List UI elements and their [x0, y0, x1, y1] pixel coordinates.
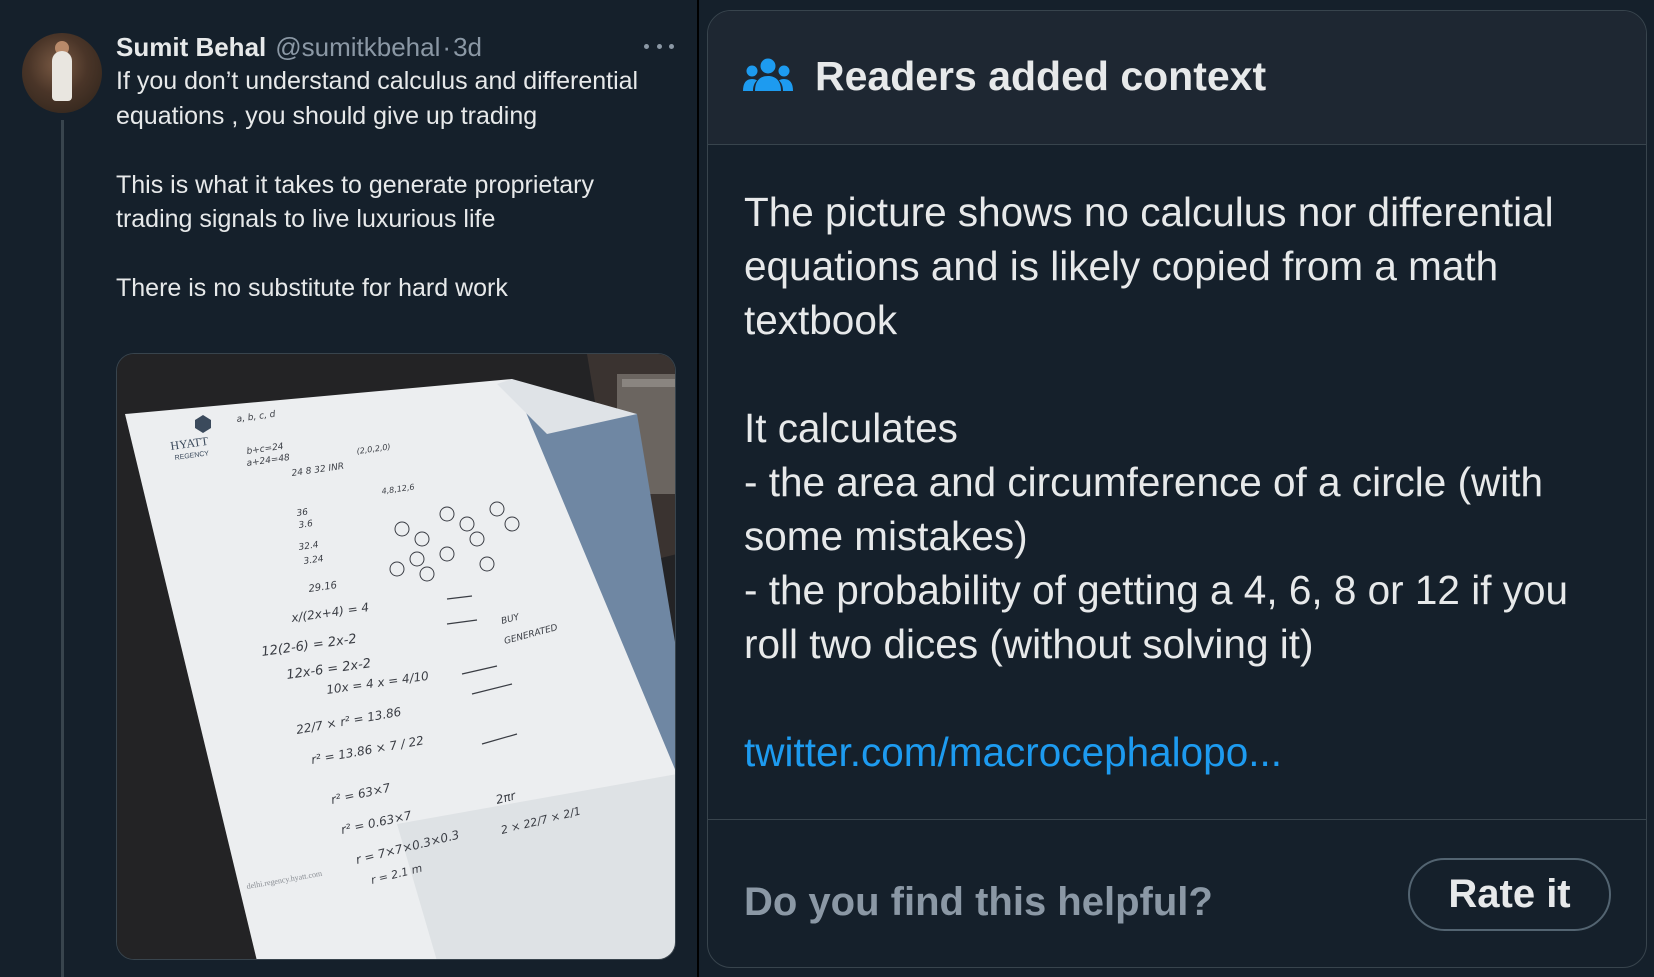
note-body: The picture shows no calculus nor differ… — [744, 185, 1624, 779]
panel-divider — [697, 0, 699, 977]
author-name[interactable]: Sumit Behal — [116, 32, 266, 63]
screenshot-root: Sumit Behal @sumitkbehal · 3d If you don… — [0, 0, 1654, 977]
note-bullet: - the area and circumference of a circle… — [744, 459, 1544, 559]
tweet-paragraph: If you don’t understand calculus and dif… — [116, 67, 639, 130]
note-bullet: - the probability of getting a 4, 6, 8 o… — [744, 567, 1569, 667]
tweet-paragraph: This is what it takes to generate propri… — [116, 170, 595, 234]
note-paragraph: The picture shows no calculus nor differ… — [744, 189, 1554, 343]
rate-it-button[interactable]: Rate it — [1408, 858, 1611, 931]
svg-text:36: 36 — [296, 507, 309, 519]
avatar[interactable] — [22, 33, 102, 113]
note-footer: Do you find this helpful? Rate it — [708, 819, 1646, 967]
svg-text:3.6: 3.6 — [298, 519, 314, 531]
tweet-time[interactable]: 3d — [453, 32, 482, 63]
note-title: Readers added context — [815, 53, 1267, 99]
tweet-panel: Sumit Behal @sumitkbehal · 3d If you don… — [0, 0, 698, 977]
note-source-link[interactable]: twitter.com/macrocephalopo... — [744, 729, 1282, 775]
note-header: Readers added context — [708, 11, 1646, 145]
separator: · — [442, 31, 452, 62]
more-options-icon[interactable] — [644, 34, 674, 58]
community-note: Readers added context The picture shows … — [707, 10, 1647, 968]
people-icon — [743, 58, 793, 91]
author-handle[interactable]: @sumitkbehal — [275, 32, 440, 63]
thread-line — [61, 120, 64, 977]
helpful-question: Do you find this helpful? — [744, 880, 1213, 924]
tweet-photo[interactable]: HYATT REGENCY a, b, c, d b+c=24 a+24=48 … — [116, 353, 676, 960]
note-paragraph: It calculates — [744, 405, 958, 451]
tweet-text: If you don’t understand calculus and dif… — [116, 64, 676, 306]
tweet-paragraph: There is no substitute for hard work — [116, 274, 508, 302]
tweet-header: Sumit Behal @sumitkbehal · 3d — [116, 30, 482, 64]
